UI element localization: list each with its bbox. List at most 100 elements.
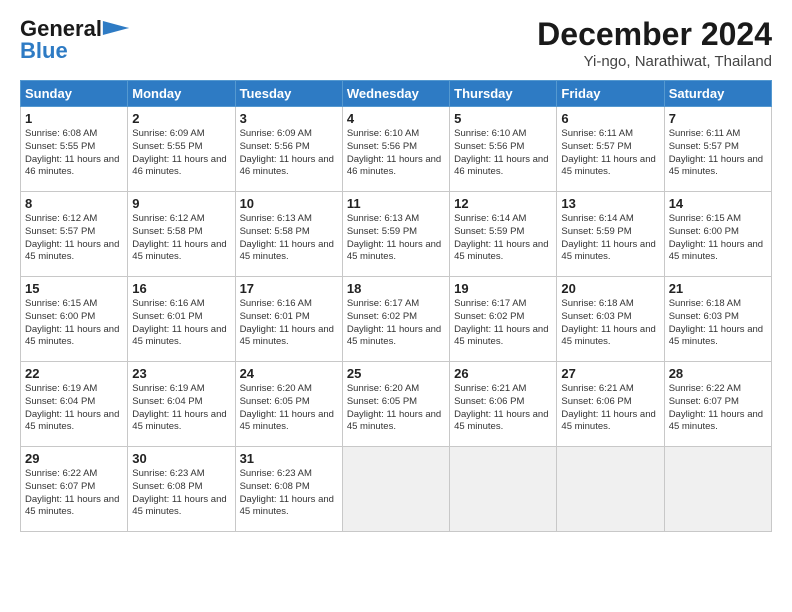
day-info: Sunrise: 6:20 AM Sunset: 6:05 PM Dayligh… — [347, 383, 445, 434]
calendar-header-monday: Monday — [128, 81, 235, 107]
day-info: Sunrise: 6:17 AM Sunset: 6:02 PM Dayligh… — [454, 298, 552, 349]
calendar-week-2: 8 Sunrise: 6:12 AM Sunset: 5:57 PM Dayli… — [21, 192, 772, 277]
subtitle: Yi-ngo, Narathiwat, Thailand — [537, 53, 772, 70]
calendar-cell: 31 Sunrise: 6:23 AM Sunset: 6:08 PM Dayl… — [235, 447, 342, 532]
day-number: 4 — [347, 111, 445, 126]
calendar-week-4: 22 Sunrise: 6:19 AM Sunset: 6:04 PM Dayl… — [21, 362, 772, 447]
day-number: 3 — [240, 111, 338, 126]
calendar-cell: 24 Sunrise: 6:20 AM Sunset: 6:05 PM Dayl… — [235, 362, 342, 447]
calendar-header-wednesday: Wednesday — [342, 81, 449, 107]
day-number: 17 — [240, 281, 338, 296]
day-info: Sunrise: 6:19 AM Sunset: 6:04 PM Dayligh… — [25, 383, 123, 434]
day-info: Sunrise: 6:16 AM Sunset: 6:01 PM Dayligh… — [132, 298, 230, 349]
day-number: 21 — [669, 281, 767, 296]
calendar-header-saturday: Saturday — [664, 81, 771, 107]
main-title: December 2024 — [537, 16, 772, 53]
calendar-cell: 3 Sunrise: 6:09 AM Sunset: 5:56 PM Dayli… — [235, 107, 342, 192]
calendar-cell: 23 Sunrise: 6:19 AM Sunset: 6:04 PM Dayl… — [128, 362, 235, 447]
day-number: 14 — [669, 196, 767, 211]
calendar-week-5: 29 Sunrise: 6:22 AM Sunset: 6:07 PM Dayl… — [21, 447, 772, 532]
calendar-cell: 19 Sunrise: 6:17 AM Sunset: 6:02 PM Dayl… — [450, 277, 557, 362]
day-info: Sunrise: 6:13 AM Sunset: 5:58 PM Dayligh… — [240, 213, 338, 264]
calendar-cell: 8 Sunrise: 6:12 AM Sunset: 5:57 PM Dayli… — [21, 192, 128, 277]
day-number: 2 — [132, 111, 230, 126]
calendar-cell: 20 Sunrise: 6:18 AM Sunset: 6:03 PM Dayl… — [557, 277, 664, 362]
day-number: 18 — [347, 281, 445, 296]
day-info: Sunrise: 6:13 AM Sunset: 5:59 PM Dayligh… — [347, 213, 445, 264]
day-number: 31 — [240, 451, 338, 466]
calendar-header-thursday: Thursday — [450, 81, 557, 107]
calendar-table: SundayMondayTuesdayWednesdayThursdayFrid… — [20, 80, 772, 532]
day-number: 22 — [25, 366, 123, 381]
day-number: 30 — [132, 451, 230, 466]
calendar-cell: 18 Sunrise: 6:17 AM Sunset: 6:02 PM Dayl… — [342, 277, 449, 362]
day-number: 29 — [25, 451, 123, 466]
day-info: Sunrise: 6:19 AM Sunset: 6:04 PM Dayligh… — [132, 383, 230, 434]
day-info: Sunrise: 6:21 AM Sunset: 6:06 PM Dayligh… — [454, 383, 552, 434]
calendar-cell: 10 Sunrise: 6:13 AM Sunset: 5:58 PM Dayl… — [235, 192, 342, 277]
day-number: 23 — [132, 366, 230, 381]
calendar-cell: 26 Sunrise: 6:21 AM Sunset: 6:06 PM Dayl… — [450, 362, 557, 447]
header: General Blue December 2024 Yi-ngo, Narat… — [20, 16, 772, 70]
calendar-cell — [450, 447, 557, 532]
calendar-cell — [664, 447, 771, 532]
calendar-cell: 25 Sunrise: 6:20 AM Sunset: 6:05 PM Dayl… — [342, 362, 449, 447]
day-info: Sunrise: 6:14 AM Sunset: 5:59 PM Dayligh… — [454, 213, 552, 264]
day-number: 6 — [561, 111, 659, 126]
day-number: 5 — [454, 111, 552, 126]
day-number: 12 — [454, 196, 552, 211]
calendar-cell: 12 Sunrise: 6:14 AM Sunset: 5:59 PM Dayl… — [450, 192, 557, 277]
day-info: Sunrise: 6:23 AM Sunset: 6:08 PM Dayligh… — [240, 468, 338, 519]
day-number: 15 — [25, 281, 123, 296]
day-info: Sunrise: 6:15 AM Sunset: 6:00 PM Dayligh… — [25, 298, 123, 349]
day-number: 10 — [240, 196, 338, 211]
day-number: 25 — [347, 366, 445, 381]
day-number: 11 — [347, 196, 445, 211]
day-number: 1 — [25, 111, 123, 126]
logo: General Blue — [20, 16, 130, 64]
day-info: Sunrise: 6:18 AM Sunset: 6:03 PM Dayligh… — [669, 298, 767, 349]
day-number: 9 — [132, 196, 230, 211]
calendar-week-1: 1 Sunrise: 6:08 AM Sunset: 5:55 PM Dayli… — [21, 107, 772, 192]
calendar-cell: 29 Sunrise: 6:22 AM Sunset: 6:07 PM Dayl… — [21, 447, 128, 532]
day-number: 7 — [669, 111, 767, 126]
day-info: Sunrise: 6:17 AM Sunset: 6:02 PM Dayligh… — [347, 298, 445, 349]
day-info: Sunrise: 6:16 AM Sunset: 6:01 PM Dayligh… — [240, 298, 338, 349]
day-info: Sunrise: 6:09 AM Sunset: 5:56 PM Dayligh… — [240, 128, 338, 179]
day-number: 13 — [561, 196, 659, 211]
title-block: December 2024 Yi-ngo, Narathiwat, Thaila… — [537, 16, 772, 70]
day-number: 19 — [454, 281, 552, 296]
calendar-cell: 11 Sunrise: 6:13 AM Sunset: 5:59 PM Dayl… — [342, 192, 449, 277]
calendar-cell: 6 Sunrise: 6:11 AM Sunset: 5:57 PM Dayli… — [557, 107, 664, 192]
calendar-header-friday: Friday — [557, 81, 664, 107]
day-number: 16 — [132, 281, 230, 296]
calendar-cell — [557, 447, 664, 532]
day-number: 24 — [240, 366, 338, 381]
day-info: Sunrise: 6:20 AM Sunset: 6:05 PM Dayligh… — [240, 383, 338, 434]
day-info: Sunrise: 6:15 AM Sunset: 6:00 PM Dayligh… — [669, 213, 767, 264]
calendar-week-3: 15 Sunrise: 6:15 AM Sunset: 6:00 PM Dayl… — [21, 277, 772, 362]
calendar-cell: 9 Sunrise: 6:12 AM Sunset: 5:58 PM Dayli… — [128, 192, 235, 277]
calendar-cell: 30 Sunrise: 6:23 AM Sunset: 6:08 PM Dayl… — [128, 447, 235, 532]
day-number: 28 — [669, 366, 767, 381]
day-info: Sunrise: 6:12 AM Sunset: 5:58 PM Dayligh… — [132, 213, 230, 264]
calendar-cell: 16 Sunrise: 6:16 AM Sunset: 6:01 PM Dayl… — [128, 277, 235, 362]
day-info: Sunrise: 6:18 AM Sunset: 6:03 PM Dayligh… — [561, 298, 659, 349]
day-info: Sunrise: 6:08 AM Sunset: 5:55 PM Dayligh… — [25, 128, 123, 179]
day-info: Sunrise: 6:11 AM Sunset: 5:57 PM Dayligh… — [669, 128, 767, 179]
calendar-cell: 2 Sunrise: 6:09 AM Sunset: 5:55 PM Dayli… — [128, 107, 235, 192]
calendar-cell: 7 Sunrise: 6:11 AM Sunset: 5:57 PM Dayli… — [664, 107, 771, 192]
day-info: Sunrise: 6:22 AM Sunset: 6:07 PM Dayligh… — [25, 468, 123, 519]
calendar-cell: 17 Sunrise: 6:16 AM Sunset: 6:01 PM Dayl… — [235, 277, 342, 362]
day-info: Sunrise: 6:14 AM Sunset: 5:59 PM Dayligh… — [561, 213, 659, 264]
page: General Blue December 2024 Yi-ngo, Narat… — [0, 0, 792, 542]
day-info: Sunrise: 6:23 AM Sunset: 6:08 PM Dayligh… — [132, 468, 230, 519]
calendar-cell: 28 Sunrise: 6:22 AM Sunset: 6:07 PM Dayl… — [664, 362, 771, 447]
calendar-cell: 1 Sunrise: 6:08 AM Sunset: 5:55 PM Dayli… — [21, 107, 128, 192]
day-info: Sunrise: 6:10 AM Sunset: 5:56 PM Dayligh… — [454, 128, 552, 179]
calendar-cell: 15 Sunrise: 6:15 AM Sunset: 6:00 PM Dayl… — [21, 277, 128, 362]
day-info: Sunrise: 6:09 AM Sunset: 5:55 PM Dayligh… — [132, 128, 230, 179]
day-number: 20 — [561, 281, 659, 296]
day-info: Sunrise: 6:10 AM Sunset: 5:56 PM Dayligh… — [347, 128, 445, 179]
calendar-cell: 5 Sunrise: 6:10 AM Sunset: 5:56 PM Dayli… — [450, 107, 557, 192]
